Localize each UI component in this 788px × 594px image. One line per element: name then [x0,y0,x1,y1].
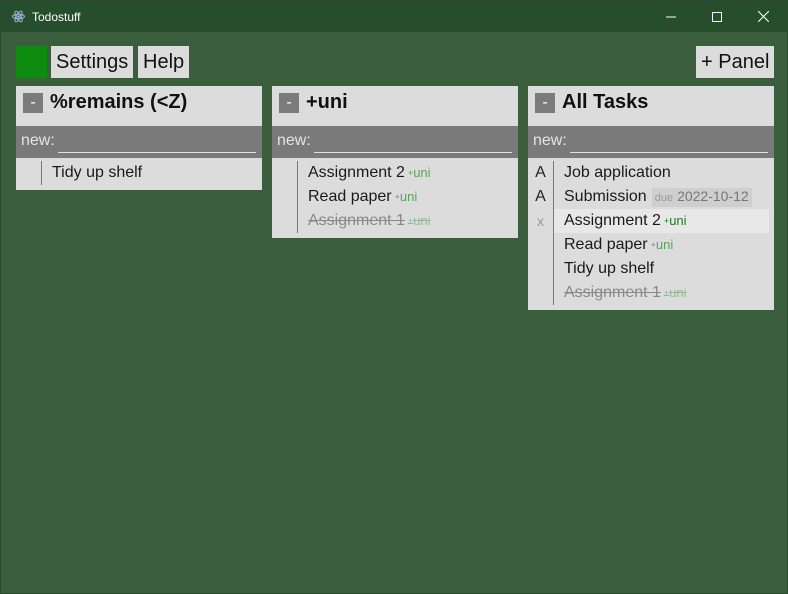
task-content[interactable]: Read paper +uni [554,233,769,257]
priority-marker[interactable] [528,281,553,305]
task-row[interactable]: Assignment 2 +uni [272,161,518,185]
task-row[interactable]: A Submission due 2022-10-12 [528,185,774,209]
task-text: Assignment 1 [564,284,661,301]
project-tag-name: uni [669,213,687,228]
settings-button[interactable]: Settings [51,46,134,78]
task-content[interactable]: Assignment 1 +uni [554,281,769,305]
minimize-button[interactable] [648,1,694,32]
status-indicator[interactable] [16,46,47,78]
maximize-button[interactable] [694,1,740,32]
close-button[interactable] [740,1,786,32]
priority-marker[interactable]: A [528,185,553,209]
due-badge: due 2022-10-12 [651,188,752,207]
task-text: Job application [564,164,671,181]
new-task-row: new: [272,126,518,158]
project-tag: +uni [408,213,431,228]
collapse-button[interactable]: - [279,93,299,113]
task-content[interactable]: Tidy up shelf [42,161,257,185]
task-text: Tidy up shelf [52,164,143,181]
complete-marker[interactable]: x [528,209,553,233]
project-tag: +uni [408,165,431,180]
app-window: Todostuff Settings Help + Panel - %remai… [0,0,788,594]
add-panel-button[interactable]: + Panel [696,46,775,78]
priority-marker[interactable] [16,161,41,185]
task-text: Tidy up shelf [564,260,655,277]
project-tag-name: uni [413,165,431,180]
new-task-input[interactable] [314,130,512,153]
due-label: due [654,192,674,204]
task-row[interactable]: Tidy up shelf [528,257,774,281]
help-button[interactable]: Help [138,46,190,78]
collapse-button[interactable]: - [535,93,555,113]
task-row[interactable]: Assignment 1 +uni [528,281,774,305]
close-icon [757,11,769,22]
panel-title: +uni [306,91,348,113]
window-title: Todostuff [32,10,81,24]
maximize-icon [712,11,722,22]
new-task-label: new: [21,132,55,149]
panel-uni: - +uni new: Assignment 2 +uni Read paper +u… [272,86,518,238]
panel-header: - %remains (<Z) [16,86,262,126]
collapse-button[interactable]: - [23,93,43,113]
project-tag-name: uni [399,189,418,204]
project-tag: +uni [664,285,687,300]
priority-marker[interactable] [528,233,553,257]
priority-marker[interactable] [272,209,297,233]
task-text: Assignment 2 [308,164,405,181]
panel-remains: - %remains (<Z) new: Tidy up shelf [16,86,262,190]
task-content[interactable]: Job application [554,161,769,185]
new-task-label: new: [277,132,311,149]
task-text: Assignment 1 [308,212,405,229]
task-row[interactable]: x Assignment 2 +uni [528,209,774,233]
priority-marker[interactable] [528,257,553,281]
task-content[interactable]: Submission due 2022-10-12 [554,185,769,209]
task-row[interactable]: Read paper +uni [272,185,518,209]
title-bar: Todostuff [1,1,787,32]
panel-title: All Tasks [562,91,649,113]
new-task-row: new: [16,126,262,158]
electron-atom-icon [12,10,25,23]
minimize-icon [666,16,676,17]
task-text: Assignment 2 [564,212,661,229]
priority-marker[interactable] [272,185,297,209]
new-task-input[interactable] [58,130,256,153]
task-text: Submission [564,188,647,205]
task-content[interactable]: Tidy up shelf [554,257,769,281]
task-list: Tidy up shelf [16,158,262,190]
new-task-row: new: [528,126,774,158]
project-tag-name: uni [655,237,674,252]
task-content[interactable]: Assignment 2 +uni [298,161,513,185]
task-row[interactable]: Read paper +uni [528,233,774,257]
task-row[interactable]: A Job application [528,161,774,185]
task-list: Assignment 2 +uni Read paper +uni Assignment… [272,158,518,238]
project-tag-name: uni [669,285,687,300]
panel-header: - All Tasks [528,86,774,126]
task-content[interactable]: Read paper +uni [298,185,513,209]
task-text: Read paper [564,236,648,253]
task-row[interactable]: Tidy up shelf [16,161,262,185]
priority-marker[interactable]: A [528,161,553,185]
panel-title: %remains (<Z) [50,91,188,113]
project-tag: +uni [395,189,418,204]
task-content[interactable]: Assignment 1 +uni [298,209,513,233]
project-tag: +uni [664,213,687,228]
task-content[interactable]: Assignment 2 +uni [554,209,769,233]
due-date: 2022-10-12 [677,188,749,204]
panel-all-tasks: - All Tasks new: A Job application A Submis… [528,86,774,310]
priority-marker[interactable] [272,161,297,185]
new-task-label: new: [533,132,567,149]
project-tag: +uni [651,237,674,252]
new-task-input[interactable] [570,130,768,153]
panel-header: - +uni [272,86,518,126]
task-list: A Job application A Submission due 2022-10-12… [528,158,774,310]
task-row[interactable]: Assignment 1 +uni [272,209,518,233]
task-text: Read paper [308,188,392,205]
project-tag-name: uni [413,213,431,228]
